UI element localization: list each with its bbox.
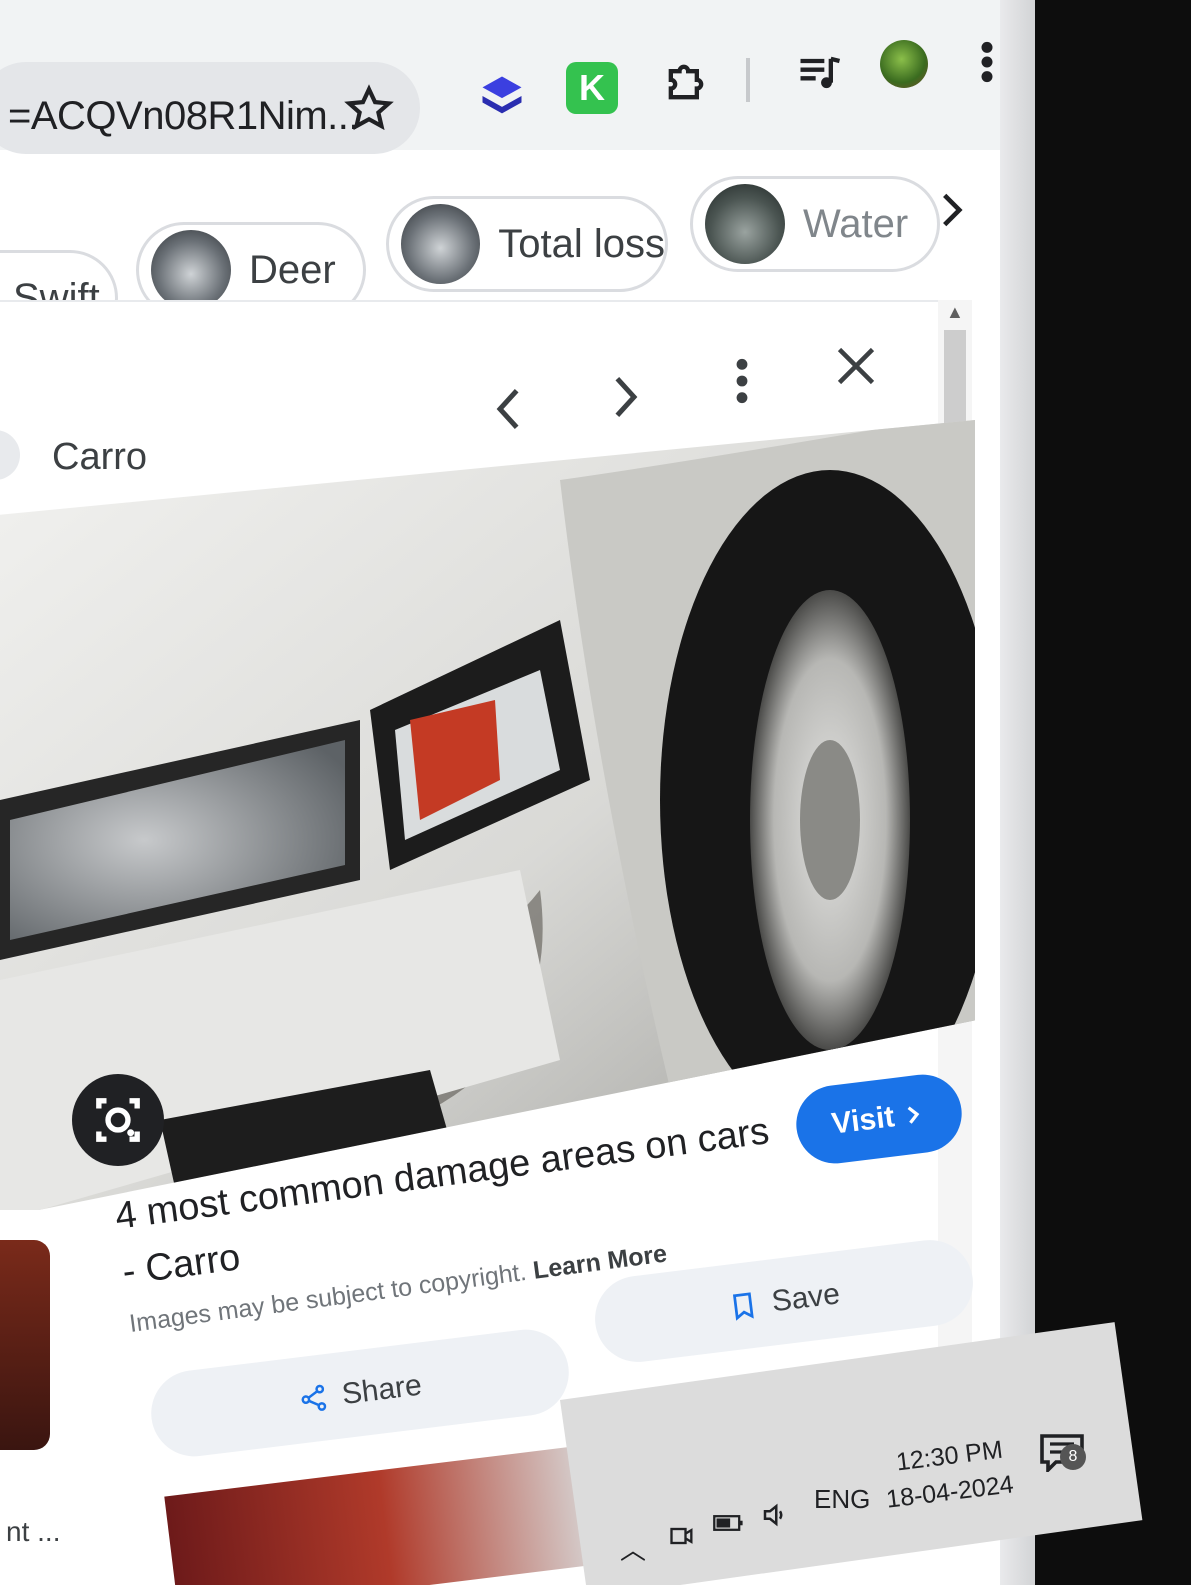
chip-label: Deer: [249, 247, 336, 292]
puzzle-extension-icon[interactable]: [660, 56, 712, 108]
visit-label: Visit: [829, 1100, 897, 1141]
chip-thumbnail: [401, 204, 481, 284]
notification-count-badge: 8: [1060, 1444, 1086, 1470]
chip-thumbnail: [151, 230, 231, 310]
chip-water[interactable]: Water: [690, 176, 940, 272]
previous-image-button[interactable]: [490, 384, 530, 434]
scroll-up-arrow-icon[interactable]: ▲: [946, 302, 964, 323]
bookmark-icon: [732, 1292, 754, 1321]
chip-thumbnail: [705, 184, 785, 264]
more-vert-icon[interactable]: [978, 40, 996, 84]
chip-label: Total loss: [498, 221, 665, 266]
source-site-name[interactable]: Carro: [52, 436, 147, 479]
toolbar-separator: [746, 58, 750, 102]
browser-toolbar: =ACQVn08R1Nim... K: [0, 0, 1040, 154]
related-image-thumbnail[interactable]: [164, 1444, 606, 1585]
chip-total-loss[interactable]: Total loss: [386, 196, 668, 292]
k-extension-icon[interactable]: K: [566, 62, 618, 114]
input-language[interactable]: ENG: [814, 1484, 870, 1515]
battery-icon[interactable]: [712, 1510, 746, 1536]
share-icon: [301, 1384, 327, 1411]
volume-icon[interactable]: [760, 1500, 790, 1530]
share-label: Share: [340, 1368, 424, 1412]
browser-window: =ACQVn08R1Nim... K ▲ ▼ Swift: [0, 0, 1040, 1585]
media-control-icon[interactable]: [794, 48, 846, 100]
profile-avatar[interactable]: [880, 40, 928, 88]
meet-now-icon[interactable]: [668, 1522, 696, 1550]
star-icon[interactable]: [344, 84, 394, 134]
url-text[interactable]: =ACQVn08R1Nim...: [8, 94, 360, 139]
save-label: Save: [769, 1277, 842, 1319]
close-icon[interactable]: [834, 344, 878, 388]
next-image-button[interactable]: [604, 372, 644, 422]
more-options-icon[interactable]: [732, 356, 752, 406]
show-hidden-icons-chevron-icon[interactable]: ︿: [620, 1530, 646, 1567]
layers-extension-icon[interactable]: [476, 70, 528, 122]
result-caption-partial[interactable]: nt ...: [6, 1516, 60, 1548]
result-image-thumbnail[interactable]: [0, 1240, 50, 1450]
chevron-right-icon: [907, 1106, 920, 1124]
chevron-right-icon[interactable]: [930, 188, 974, 232]
chip-label: Water: [803, 201, 909, 246]
